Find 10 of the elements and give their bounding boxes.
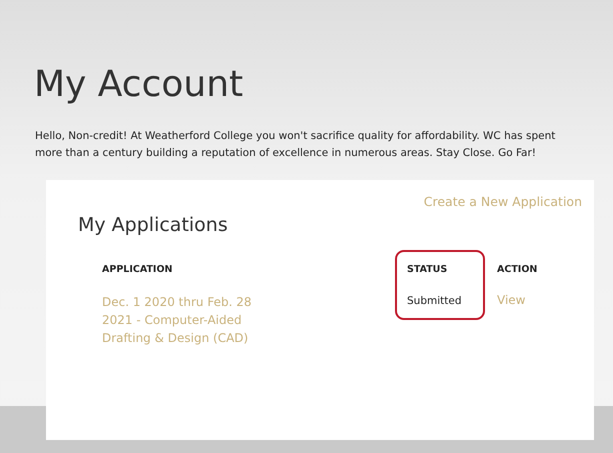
card-title: My Applications xyxy=(78,214,228,236)
page-title: My Account xyxy=(34,63,244,107)
column-header: STATUS xyxy=(407,264,448,275)
intro-text: Hello, Non-credit! At Weatherford College you won't sacrifice quality for affordability. WC has spent more than a century building a reputation of excellence in numerous areas. Stay Close. Go Far! xyxy=(35,129,556,161)
view-link[interactable]: View xyxy=(497,293,557,347)
create-application-link[interactable]: Create a New Application xyxy=(424,194,582,209)
status-text: Submitted xyxy=(407,295,462,309)
column-header: ACTION xyxy=(497,264,538,275)
column-header: APPLICATION xyxy=(102,264,174,275)
application-link[interactable]: Dec. 1 2020 thru Feb. 28 2021 - Computer-Aided Drafting & Design (CAD) xyxy=(102,293,252,347)
